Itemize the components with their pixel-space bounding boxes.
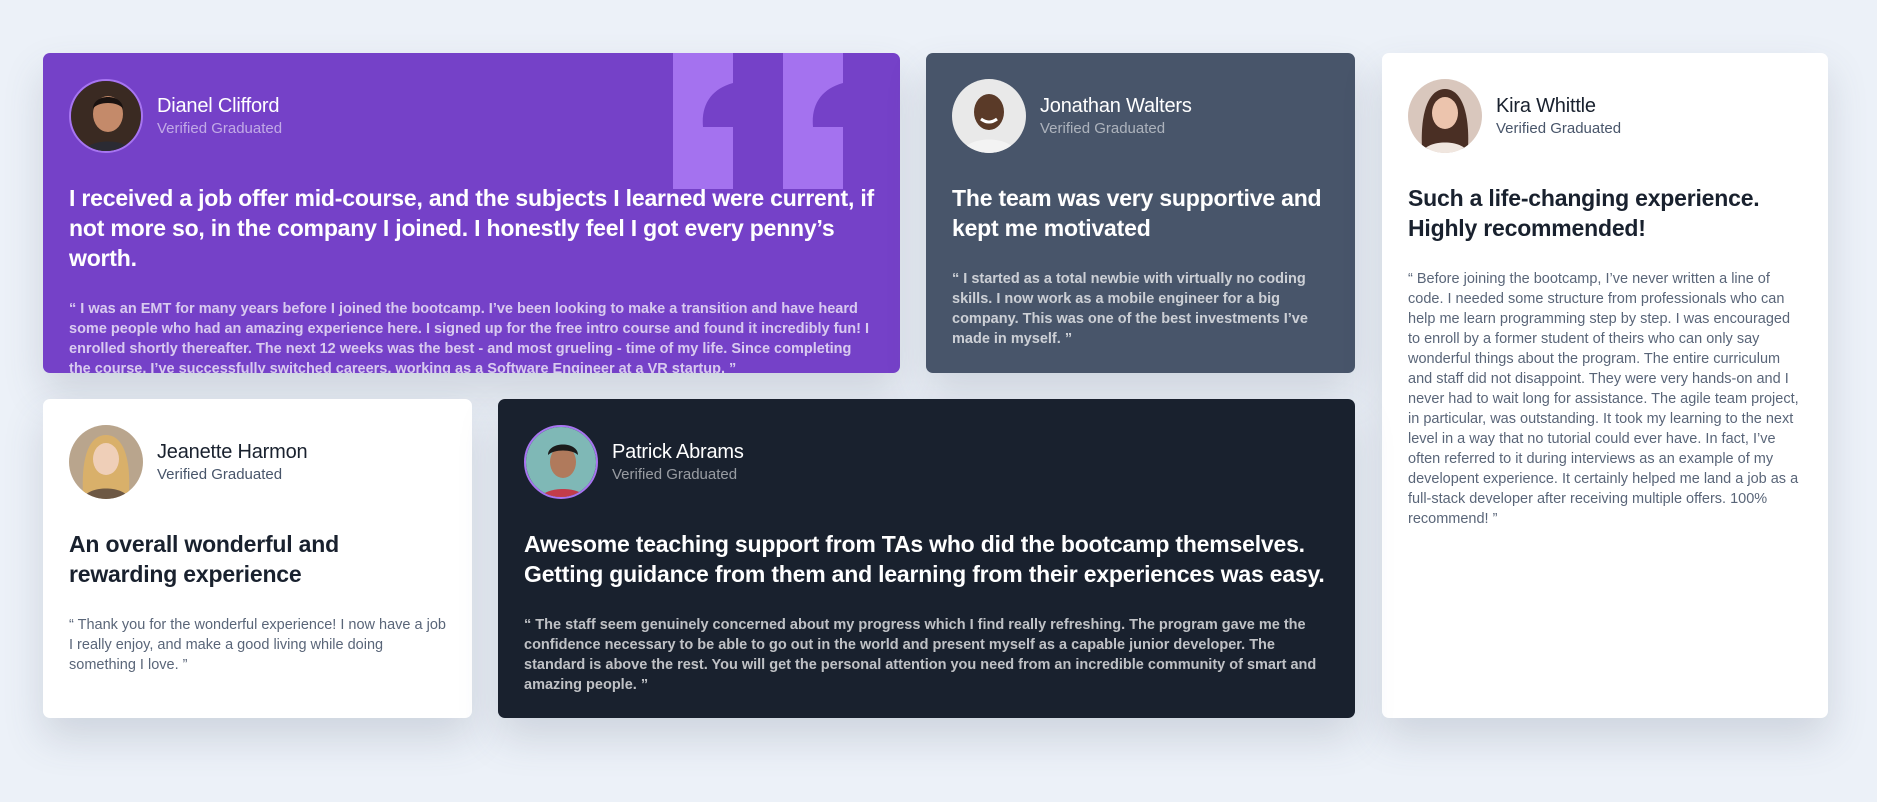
testimonial-headline: The team was very supportive and kept me… xyxy=(952,185,1322,241)
author-status: Verified Graduated xyxy=(157,119,283,137)
testimonial-card-patrick: Patrick Abrams Verified Graduated Awesom… xyxy=(498,399,1355,718)
author-name: Dianel Clifford xyxy=(157,94,280,117)
testimonial-card-jonathan: Jonathan Walters Verified Graduated The … xyxy=(926,53,1355,373)
author-name: Jeanette Harmon xyxy=(157,440,308,463)
testimonial-body: “ Before joining the bootcamp, I’ve neve… xyxy=(1408,271,1799,527)
avatar xyxy=(952,79,1026,153)
testimonial-headline: Such a life-changing experience. Highly … xyxy=(1408,185,1760,241)
testimonial-body: “ I was an EMT for many years before I j… xyxy=(69,301,870,373)
author-status: Verified Graduated xyxy=(157,465,283,483)
author-name: Jonathan Walters xyxy=(1040,94,1192,117)
avatar xyxy=(69,79,143,153)
testimonial-header: Jonathan Walters Verified Graduated xyxy=(952,79,1329,153)
testimonial-headline: I received a job offer mid-course, and t… xyxy=(69,185,874,271)
testimonial-headline: An overall wonderful and rewarding exper… xyxy=(69,531,339,587)
testimonial-card-jeanette: Jeanette Harmon Verified Graduated An ov… xyxy=(43,399,472,718)
author-status: Verified Graduated xyxy=(612,465,738,483)
author-name: Patrick Abrams xyxy=(612,440,744,463)
testimonial-card-kira: Kira Whittle Verified Graduated Such a l… xyxy=(1382,53,1828,718)
testimonial-headline: Awesome teaching support from TAs who di… xyxy=(524,531,1325,587)
avatar xyxy=(1408,79,1482,153)
testimonial-body: “ Thank you for the wonderful experience… xyxy=(69,617,446,673)
testimonial-header: Dianel Clifford Verified Graduated xyxy=(69,79,874,153)
testimonial-body: “ The staff seem genuinely concerned abo… xyxy=(524,617,1317,693)
testimonial-header: Patrick Abrams Verified Graduated xyxy=(524,425,1329,499)
author-status: Verified Graduated xyxy=(1496,119,1622,137)
author-status: Verified Graduated xyxy=(1040,119,1166,137)
testimonial-header: Jeanette Harmon Verified Graduated xyxy=(69,425,446,499)
avatar xyxy=(524,425,598,499)
testimonial-body: “ I started as a total newbie with virtu… xyxy=(952,271,1308,347)
author-name: Kira Whittle xyxy=(1496,94,1596,117)
avatar xyxy=(69,425,143,499)
testimonials-grid: Dianel Clifford Verified Graduated I rec… xyxy=(0,0,1877,802)
testimonial-header: Kira Whittle Verified Graduated xyxy=(1408,79,1802,153)
testimonial-card-daniel: Dianel Clifford Verified Graduated I rec… xyxy=(43,53,900,373)
